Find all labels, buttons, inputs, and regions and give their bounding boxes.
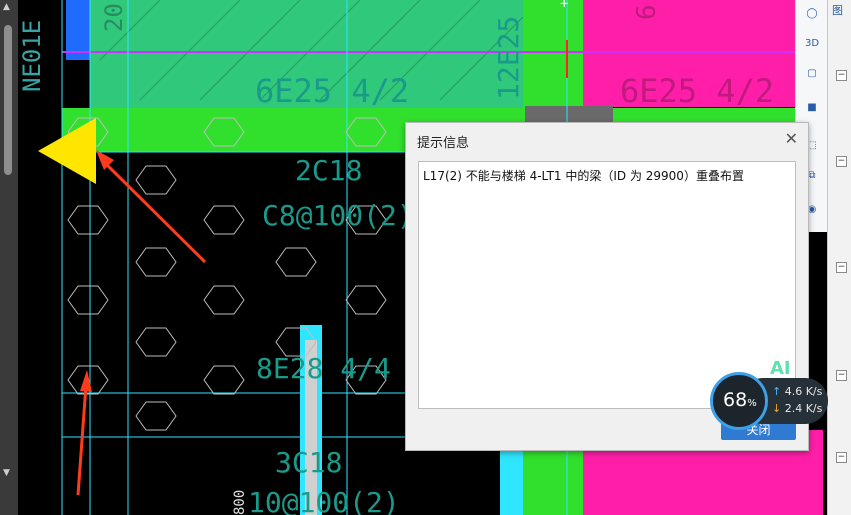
collapse-icon[interactable]: −	[836, 156, 847, 167]
usage-percent: 68%	[723, 389, 757, 411]
vertical-scrollbar[interactable]: ▲ ▼	[0, 0, 18, 515]
stirrup-spacing-bottom: 10@100(2)	[248, 486, 400, 515]
solid-box-icon[interactable]: ■	[801, 96, 823, 118]
dialog-title: 提示信息	[417, 136, 470, 151]
box-outline-icon[interactable]: ▢	[801, 62, 823, 84]
collapse-icon[interactable]: −	[836, 452, 847, 463]
dim-label-bottom: 800	[232, 490, 248, 515]
stirrup-label-bottom: 3C18	[275, 446, 342, 479]
scroll-up-icon[interactable]: ▲	[3, 2, 10, 12]
close-icon[interactable]: ✕	[785, 129, 798, 148]
stirrup-spacing-top: C8@100(2)	[262, 199, 414, 232]
vertical-label-center: 12E25 6	[492, 0, 525, 100]
beam-label-top-left: 6E25 4/2	[255, 72, 409, 110]
dialog-message: L17(2) 不能与楼梯 4-LT1 中的梁（ID 为 29900）重叠布置	[423, 169, 744, 183]
download-speed: ↓ 2.4 K/s	[772, 402, 822, 415]
stirrup-label-top: 2C18	[295, 154, 362, 187]
download-unit: K/s	[805, 402, 823, 415]
download-value: 2.4	[784, 402, 803, 415]
usage-percent-unit: %	[747, 398, 757, 409]
usage-percent-value: 68	[723, 389, 748, 411]
vertical-label-top-left: 20	[100, 3, 128, 32]
partial-top-right-text: 6	[632, 4, 662, 20]
3d-box-icon[interactable]: 3D	[801, 32, 823, 54]
beam-label-lower: 8E28 4/4	[256, 352, 391, 385]
beam-label-top-right: 6E25 4/2	[620, 72, 774, 110]
upload-value: 4.6	[784, 385, 803, 398]
collapse-icon[interactable]: −	[836, 370, 847, 381]
scroll-down-icon[interactable]: ▼	[3, 468, 10, 478]
upload-arrow-icon: ↑	[772, 385, 782, 398]
download-arrow-icon: ↓	[772, 402, 782, 415]
vertical-label-far-left: NE01E	[18, 20, 46, 92]
collapse-icon[interactable]: −	[836, 262, 847, 273]
side-panel: 图 − − − − −	[827, 0, 851, 515]
grey-block	[525, 106, 613, 122]
partial-top-marker: +	[560, 0, 568, 12]
collapse-icon[interactable]: −	[836, 70, 847, 81]
upload-speed: ↑ 4.6 K/s	[772, 385, 822, 398]
green-slab-top	[90, 0, 523, 50]
scrollbar-thumb[interactable]	[4, 25, 12, 175]
network-speed-widget[interactable]: 68% ↑ 4.6 K/s ↓ 2.4 K/s	[710, 372, 830, 430]
panel-tab[interactable]: 图	[832, 2, 843, 18]
3d-label: 3D	[804, 37, 820, 49]
upload-unit: K/s	[805, 385, 823, 398]
sphere-icon[interactable]: ◯	[801, 2, 823, 24]
